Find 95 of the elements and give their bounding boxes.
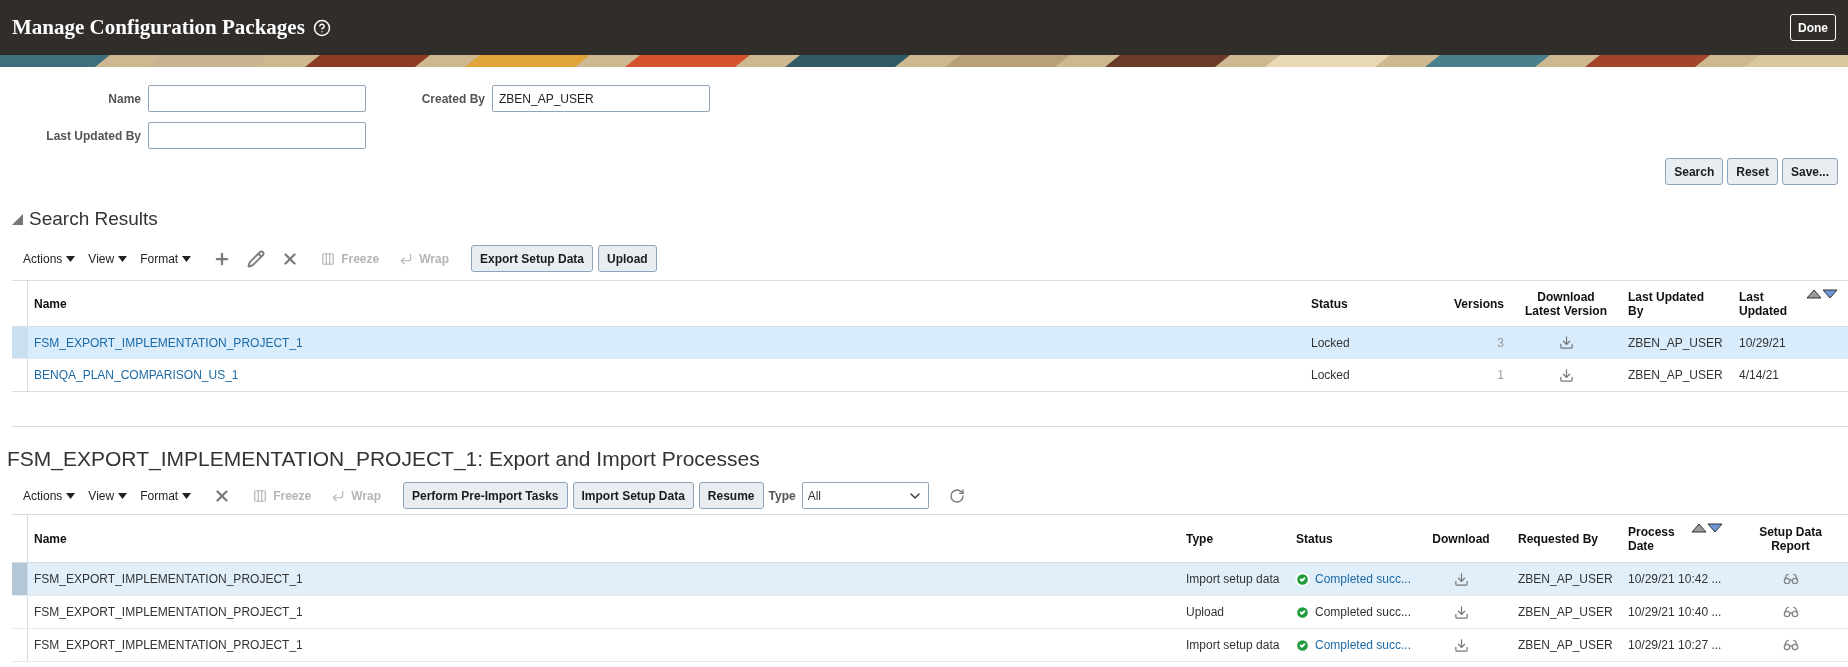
column-header[interactable]: Setup Data Report bbox=[1750, 524, 1831, 553]
toolbar-menu[interactable]: Actions bbox=[23, 249, 76, 268]
download-icon[interactable] bbox=[1453, 604, 1469, 620]
filter-label: Type bbox=[768, 487, 796, 505]
column-header[interactable]: Last Updated bbox=[1739, 289, 1806, 318]
column-header[interactable]: Last Updated By bbox=[1628, 289, 1708, 318]
package-link[interactable]: BENQA_PLAN_COMPARISON_US_1 bbox=[34, 366, 239, 384]
column-header[interactable]: Versions bbox=[1453, 296, 1504, 311]
toolbar-button[interactable]: Perform Pre-Import Tasks bbox=[403, 482, 568, 509]
table-cell-text: ZBEN_AP_USER bbox=[1628, 334, 1723, 352]
page-title: Manage Configuration Packages bbox=[12, 13, 305, 41]
table-cell-text: Locked bbox=[1311, 334, 1350, 352]
status-link[interactable]: Completed succ... bbox=[1315, 570, 1412, 588]
edit-icon[interactable] bbox=[247, 249, 266, 268]
sort-icon[interactable] bbox=[1806, 289, 1838, 299]
table-cell-text: ZBEN_AP_USER bbox=[1518, 604, 1613, 621]
glasses-icon[interactable] bbox=[1782, 637, 1799, 653]
field-label: Last Updated By bbox=[45, 127, 141, 145]
status-link[interactable]: Completed succ... bbox=[1315, 636, 1412, 654]
success-icon bbox=[1295, 637, 1310, 653]
toolbar-button[interactable]: Export Setup Data bbox=[471, 245, 593, 272]
download-icon[interactable] bbox=[1453, 571, 1469, 587]
download-icon[interactable] bbox=[1453, 637, 1469, 653]
search-form-button[interactable]: Reset bbox=[1727, 158, 1778, 185]
column-header[interactable]: Status bbox=[1296, 531, 1333, 546]
toolbar-button[interactable]: Upload bbox=[598, 245, 657, 272]
sort-icon[interactable] bbox=[1691, 523, 1723, 533]
text-field[interactable]: ZBEN_AP_USER bbox=[492, 85, 710, 112]
column-header[interactable]: Download Latest Version bbox=[1524, 289, 1608, 318]
caret-icon bbox=[118, 492, 128, 499]
column-header[interactable]: Name bbox=[34, 531, 67, 546]
package-link[interactable]: FSM_EXPORT_IMPLEMENTATION_PROJECT_1 bbox=[34, 333, 303, 352]
freeze-icon bbox=[253, 488, 268, 503]
table-cell-text: Import setup data bbox=[1186, 571, 1280, 588]
toolbar-menu[interactable]: Format bbox=[140, 249, 192, 268]
table-row[interactable]: FSM_EXPORT_IMPLEMENTATION_PROJECT_1 Locked 3 ZBEN_AP_USER 10/29/21 bbox=[12, 327, 1848, 359]
column-header[interactable]: Name bbox=[34, 296, 67, 311]
done-button[interactable]: Done bbox=[1790, 14, 1836, 41]
column-header[interactable]: Process Date bbox=[1628, 524, 1678, 553]
field-label: Name bbox=[107, 90, 141, 108]
success-icon bbox=[1295, 604, 1310, 620]
toolbar-button[interactable]: Import Setup Data bbox=[572, 482, 694, 509]
text-field[interactable] bbox=[148, 85, 366, 112]
table-cell-text: ZBEN_AP_USER bbox=[1628, 367, 1723, 384]
search-form-button[interactable]: Save... bbox=[1781, 158, 1838, 185]
caret-icon bbox=[118, 255, 128, 262]
column-header[interactable]: Download bbox=[1432, 531, 1490, 546]
caret-icon bbox=[66, 255, 76, 262]
refresh-icon[interactable] bbox=[948, 487, 965, 504]
table-cell-text: FSM_EXPORT_IMPLEMENTATION_PROJECT_1 bbox=[34, 571, 303, 588]
table-cell-text: 10/29/21 10:40 ... bbox=[1628, 604, 1722, 621]
text-field[interactable] bbox=[148, 122, 366, 149]
table-cell-text: 4/14/21 bbox=[1739, 367, 1780, 384]
toolbar-button[interactable]: Resume bbox=[698, 482, 764, 509]
help-icon[interactable] bbox=[312, 18, 331, 37]
wrap-icon bbox=[399, 251, 414, 266]
table-cell-text: ZBEN_AP_USER bbox=[1518, 571, 1613, 588]
caret-icon bbox=[182, 492, 192, 499]
table-row[interactable]: FSM_EXPORT_IMPLEMENTATION_PROJECT_1 Upload Completed succ... ZBEN_AP_USER 10/29/21 10:40 ... bbox=[12, 596, 1848, 629]
success-icon bbox=[1295, 571, 1310, 587]
table-cell-text: Upload bbox=[1186, 604, 1225, 621]
toolbar-menu[interactable]: View bbox=[88, 486, 128, 505]
section-title: Search Results bbox=[29, 206, 158, 231]
glasses-icon[interactable] bbox=[1782, 604, 1799, 620]
glasses-icon[interactable] bbox=[1782, 571, 1799, 587]
type-select[interactable]: All bbox=[801, 482, 929, 509]
caret-icon bbox=[182, 255, 192, 262]
table-cell-text: FSM_EXPORT_IMPLEMENTATION_PROJECT_1 bbox=[34, 604, 303, 621]
table-row[interactable]: FSM_EXPORT_IMPLEMENTATION_PROJECT_1 Import setup data Completed succ... ZBEN_AP_USER 10/29/21 10:42 ... bbox=[12, 563, 1848, 596]
freeze-icon bbox=[321, 251, 336, 266]
field-label: Created By bbox=[420, 90, 485, 108]
column-header[interactable]: Status bbox=[1311, 296, 1348, 311]
download-icon[interactable] bbox=[1558, 367, 1574, 383]
table-cell-text: Import setup data bbox=[1186, 637, 1280, 654]
download-icon[interactable] bbox=[1558, 335, 1574, 350]
wrap-icon bbox=[331, 488, 346, 503]
column-header[interactable]: Requested By bbox=[1518, 531, 1599, 546]
table-cell-text: 10/29/21 10:42 ... bbox=[1628, 571, 1722, 588]
toolbar-menu[interactable]: View bbox=[88, 249, 128, 268]
caret-icon bbox=[66, 492, 76, 499]
table-cell-text: 1 bbox=[1497, 367, 1504, 384]
collapse-icon[interactable] bbox=[12, 213, 23, 225]
toolbar-menu[interactable]: Actions bbox=[23, 486, 76, 505]
table-row[interactable]: FSM_EXPORT_IMPLEMENTATION_PROJECT_1 Import setup data Completed succ... ZBEN_AP_USER 10/29/21 10:27 ... bbox=[12, 629, 1848, 662]
table-cell-text: 10/29/21 10:27 ... bbox=[1628, 637, 1722, 654]
table-cell-text: FSM_EXPORT_IMPLEMENTATION_PROJECT_1 bbox=[34, 637, 303, 654]
table-cell-text: 10/29/21 bbox=[1739, 334, 1786, 352]
toolbar-menu[interactable]: Format bbox=[140, 486, 192, 505]
table-cell-text: Locked bbox=[1311, 367, 1350, 384]
table-cell-text: ZBEN_AP_USER bbox=[1518, 637, 1613, 654]
search-form-button[interactable]: Search bbox=[1665, 158, 1724, 185]
status-text: Completed succ... bbox=[1315, 604, 1412, 621]
section-title: FSM_EXPORT_IMPLEMENTATION_PROJECT_1: Export and Import Processes bbox=[7, 446, 760, 473]
column-header[interactable]: Type bbox=[1186, 531, 1214, 546]
table-cell-text: 3 bbox=[1497, 334, 1504, 352]
